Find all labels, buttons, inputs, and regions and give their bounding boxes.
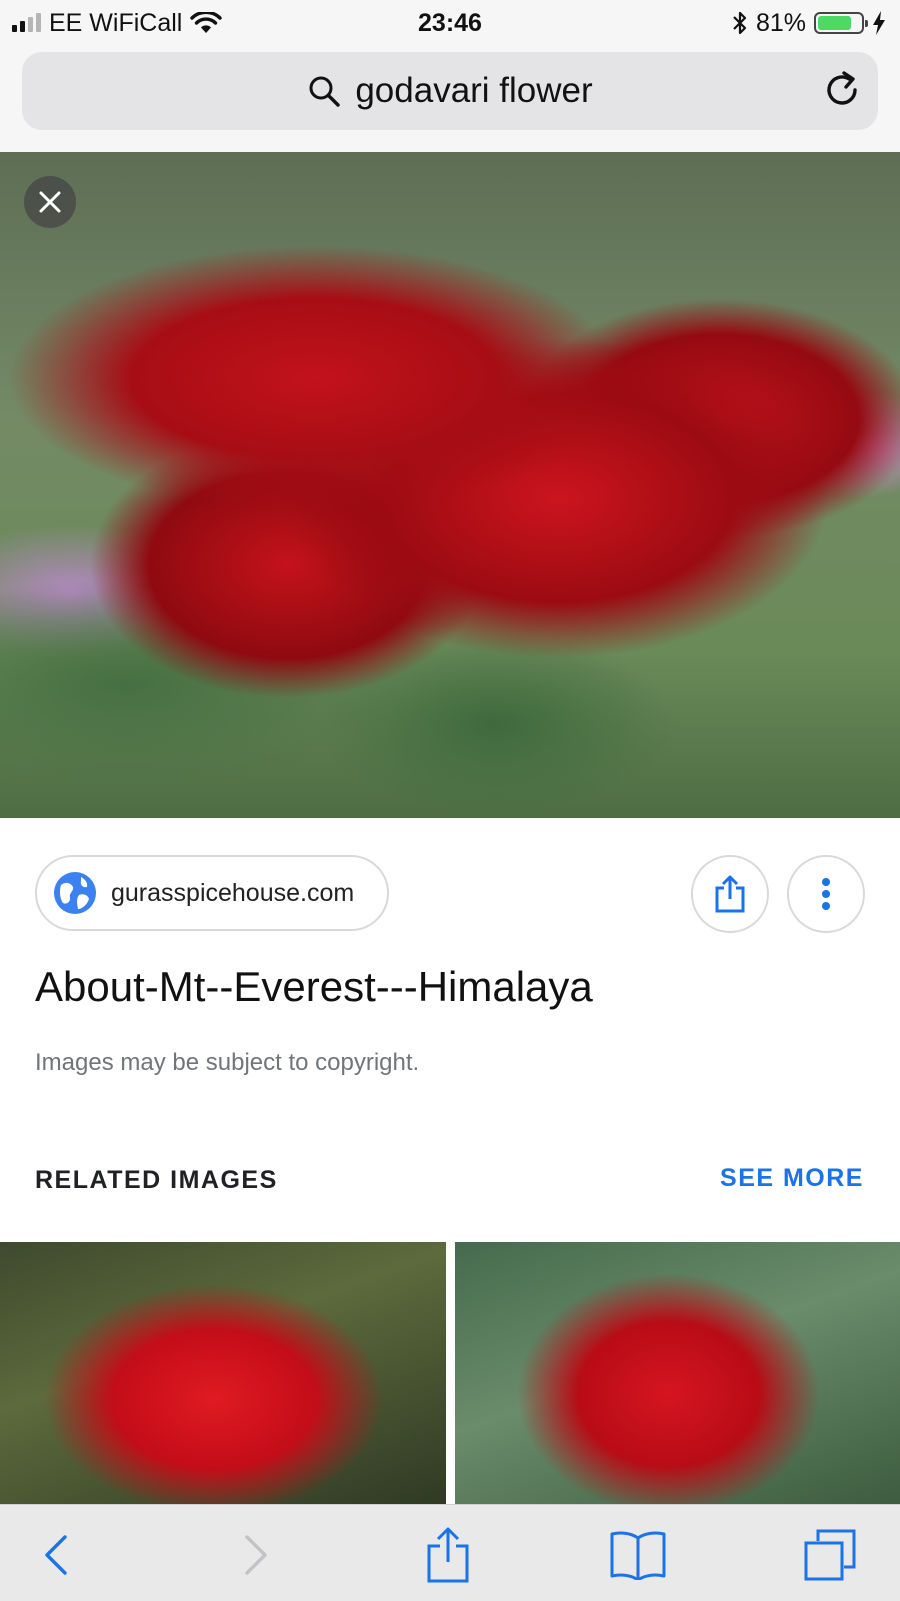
related-images-heading: RELATED IMAGES: [35, 1166, 278, 1194]
close-button[interactable]: [24, 176, 76, 228]
battery-icon: [814, 12, 868, 34]
tabs-button[interactable]: [800, 1525, 860, 1585]
copyright-notice: Images may be subject to copyright.: [35, 1049, 420, 1076]
share-icon: [715, 875, 745, 913]
search-query: godavari flower: [355, 71, 593, 110]
signal-icon: [12, 13, 41, 32]
source-domain: gurasspicehouse.com: [111, 878, 355, 907]
battery-level-fill: [818, 16, 852, 30]
status-bar: EE WiFiCall 23:46 81%: [0, 0, 900, 46]
back-icon: [45, 1535, 67, 1575]
charging-icon: [873, 11, 885, 35]
forward-button[interactable]: [226, 1525, 286, 1585]
related-image-1[interactable]: [0, 1242, 446, 1504]
more-vertical-icon: [822, 876, 830, 912]
related-image-2[interactable]: [455, 1242, 900, 1504]
url-bar-area: godavari flower: [0, 46, 900, 152]
share-icon: [427, 1527, 469, 1583]
globe-icon: [54, 872, 96, 914]
bluetooth-icon: [733, 11, 747, 35]
result-title: About-Mt--Everest---Himalaya: [35, 963, 593, 1010]
bookmarks-button[interactable]: [608, 1525, 668, 1585]
more-options-button[interactable]: [787, 855, 865, 933]
source-link[interactable]: gurasspicehouse.com: [35, 855, 389, 931]
toolbar-share-button[interactable]: [418, 1525, 478, 1585]
search-field[interactable]: godavari flower: [22, 52, 878, 130]
result-image[interactable]: [0, 152, 900, 818]
bottom-toolbar: [0, 1504, 900, 1601]
close-icon: [39, 191, 61, 213]
battery-percent: 81%: [755, 8, 806, 37]
see-more-link[interactable]: SEE MORE: [720, 1164, 864, 1193]
status-bar-left: EE WiFiCall: [0, 8, 223, 38]
status-bar-right: 81%: [732, 9, 900, 38]
wifi-icon: [190, 12, 223, 33]
share-button[interactable]: [691, 855, 769, 933]
carrier-label: EE WiFiCall: [49, 8, 183, 37]
search-icon: [309, 76, 341, 107]
reload-icon[interactable]: [822, 70, 864, 112]
bookmarks-icon: [610, 1531, 666, 1580]
back-button[interactable]: [26, 1525, 86, 1585]
tabs-icon: [804, 1529, 856, 1581]
forward-icon: [245, 1535, 267, 1575]
